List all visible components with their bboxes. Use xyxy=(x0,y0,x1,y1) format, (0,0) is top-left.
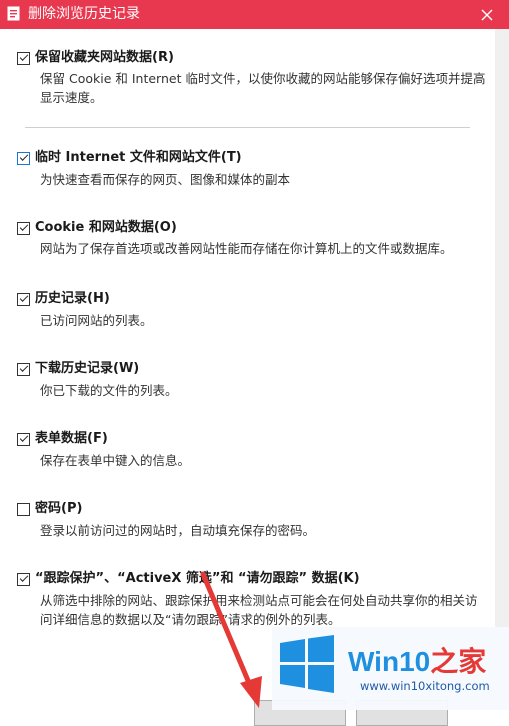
option-temp-files: 临时 Internet 文件和网站文件(T) 为快速查看而保存的网页、图像和媒体… xyxy=(17,149,487,189)
option-description: 保存在表单中键入的信息。 xyxy=(40,453,191,468)
window-border xyxy=(495,29,509,710)
option-description: 你已下载的文件的列表。 xyxy=(40,383,178,398)
windows-logo-icon xyxy=(280,635,334,693)
watermark-brand-text: Win10 xyxy=(348,646,431,677)
watermark-brand: Win10之家 xyxy=(348,640,486,680)
checkbox-passwords[interactable] xyxy=(17,502,30,516)
window-title: 删除浏览历史记录 xyxy=(28,6,140,22)
option-title: 保留收藏夹网站数据(R) xyxy=(35,50,174,65)
option-description: 网站为了保存首选项或改善网站性能而存储在你计算机上的文件或数据库。 xyxy=(40,241,453,256)
option-title: 下载历史记录(W) xyxy=(35,361,140,376)
checkbox-temp-files[interactable] xyxy=(17,151,30,165)
option-title: 密码(P) xyxy=(35,501,83,516)
option-cookies: Cookie 和网站数据(O) 网站为了保存首选项或改善网站性能而存储在你计算机… xyxy=(17,219,487,258)
checkbox-cookies[interactable] xyxy=(17,221,30,235)
checkbox-preserve-favorites[interactable] xyxy=(17,51,30,65)
close-icon xyxy=(481,9,493,20)
history-delete-icon xyxy=(7,6,20,21)
divider xyxy=(25,127,470,128)
option-title: “跟踪保护”、“ActiveX 筛选”和 “请勿跟踪” 数据(K) xyxy=(35,571,360,586)
checkbox-form-data[interactable] xyxy=(17,432,30,446)
watermark: Win10之家 www.win10xitong.com xyxy=(272,627,509,710)
watermark-url: www.win10xitong.com xyxy=(360,679,490,693)
option-description: 保留 Cookie 和 Internet 临时文件，以使你收藏的网站能够保存偏好… xyxy=(40,71,486,105)
option-title: 历史记录(H) xyxy=(35,291,110,306)
option-title: Cookie 和网站数据(O) xyxy=(35,220,177,235)
checkbox-download-history[interactable] xyxy=(17,362,30,376)
close-button[interactable] xyxy=(465,0,509,29)
option-description: 已访问网站的列表。 xyxy=(40,313,153,328)
option-title: 临时 Internet 文件和网站文件(T) xyxy=(35,150,242,165)
option-tracking-protection: “跟踪保护”、“ActiveX 筛选”和 “请勿跟踪” 数据(K) 从筛选中排除… xyxy=(17,570,487,629)
checkbox-tracking-protection[interactable] xyxy=(17,572,30,586)
option-passwords: 密码(P) 登录以前访问过的网站时，自动填充保存的密码。 xyxy=(17,500,487,540)
checkbox-history[interactable] xyxy=(17,292,30,306)
option-title: 表单数据(F) xyxy=(35,431,108,446)
option-download-history: 下载历史记录(W) 你已下载的文件的列表。 xyxy=(17,360,487,400)
watermark-brand-zh: 之家 xyxy=(430,646,487,677)
option-form-data: 表单数据(F) 保存在表单中键入的信息。 xyxy=(17,430,487,470)
option-description: 为快速查看而保存的网页、图像和媒体的副本 xyxy=(40,172,291,187)
option-history: 历史记录(H) 已访问网站的列表。 xyxy=(17,290,487,330)
option-description: 从筛选中排除的网站、跟踪保护用来检测站点可能会在何处自动共享你的相关访问详细信息… xyxy=(40,593,478,627)
title-bar: 删除浏览历史记录 xyxy=(0,0,509,29)
option-preserve-favorites: 保留收藏夹网站数据(R) 保留 Cookie 和 Internet 临时文件，以… xyxy=(17,49,487,107)
option-description: 登录以前访问过的网站时，自动填充保存的密码。 xyxy=(40,523,316,538)
